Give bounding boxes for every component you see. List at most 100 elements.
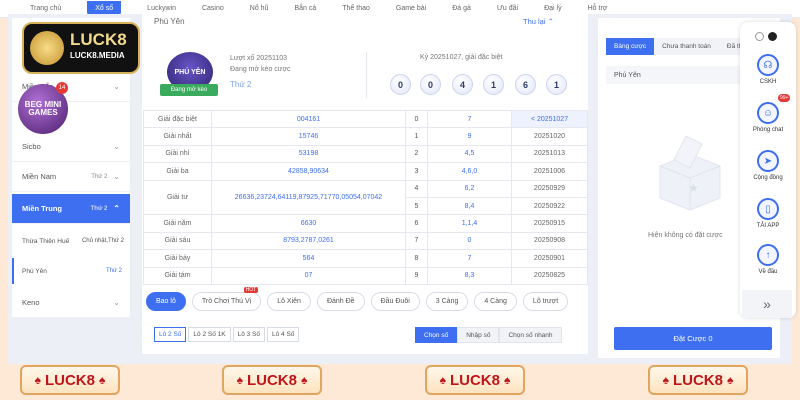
mode-chon-so[interactable]: Chọn số [415,327,458,343]
nav-slots[interactable]: Nổ hũ [250,5,269,12]
table-row: Giải nhì 53198 2 4,5 20251013 [143,144,588,164]
sidebar-subitem-phu-yen[interactable]: Phú Yên Thứ 2 [12,258,130,284]
spade-icon: ♠ [301,373,308,387]
table-row: Giải năm 6630 6 1,1,4 20250915 [143,214,588,233]
lottery-title: Phú Yên [154,17,185,26]
subtab-lo-2-so-1k[interactable]: Lô 2 Số 1K [188,327,231,342]
tab-tro-choi-thu-vi[interactable]: Trò Chơi Thú Vị HOT [191,287,262,311]
spade-icon: ♠ [236,373,243,387]
luck8-logo: LUCK8 LUCK8.MEDIA [22,22,140,74]
mode-nhap-so[interactable]: Nhập số [457,327,500,343]
table-row: Giải sáu 8793,2787,0261 7 0 20250908 [143,231,588,251]
spade-icon: ♠ [727,373,734,387]
double-chevron-right-icon: » [763,296,771,312]
subtab-lo-3-so[interactable]: Lô 3 Số [232,327,266,342]
nav-cockfight[interactable]: Đá gà [452,5,471,12]
draw-info: Lượt xổ 20251103 Đang mở kèo cược Thứ 2 [230,55,291,89]
chat-icon: ☺ [757,102,779,124]
sidebar-subitem-thua-thien-hue[interactable]: Thừa Thiên Huế Chủ nhật,Thứ 2 [14,228,132,254]
collapse-toolbar-button[interactable]: » [742,290,792,318]
spade-icon: ♠ [439,373,446,387]
sub-tabs: Lô 2 Số Lô 2 Số 1K Lô 3 Số Lô 4 Số [154,327,300,342]
toolbar-toggle[interactable] [755,32,777,41]
sidebar-item-mien-nam[interactable]: Miền Nam Thứ 2 ⌄ [12,162,130,192]
period-link[interactable]: 20250929 [511,179,588,198]
tab-4-cang[interactable]: 4 Càng [474,292,517,311]
place-bet-button[interactable]: Đặt Cược 0 [614,327,772,350]
mini-games-count: 14 [56,82,68,94]
result-ball: 0 [390,74,411,95]
result-ball: 0 [420,74,441,95]
period-link[interactable]: < 20251027 [511,109,588,129]
sidebar-item-sicbo[interactable]: Sicbo ⌄ [12,132,130,162]
previous-draw-title: Kỳ 20251027, giải đặc biệt [420,54,503,61]
empty-message: Hiện không có đặt cược [648,232,723,239]
chat-unread-badge: 99+ [778,94,791,102]
luck8-banner-logo: ♠ LUCK8 ♠ [425,365,525,395]
chevron-up-icon: ⌃ [113,204,120,213]
tab-lo-truot[interactable]: Lô trượt [522,292,569,311]
rail-back-to-top[interactable]: ↑ Về đầu [748,244,788,290]
table-row: Giải bảy 564 8 7 20250901 [143,249,588,268]
logo-coin-icon [30,31,64,65]
table-row: Giải tám 07 9 8,3 20250825 [143,266,588,285]
period-link[interactable]: 20251020 [511,127,588,146]
nav-sports[interactable]: Thể thao [342,5,370,12]
rail-download-app[interactable]: ▯ TẢI APP [748,198,788,244]
subtab-lo-2-so[interactable]: Lô 2 Số [154,327,187,342]
toggle-dot [768,32,777,41]
nav-agent[interactable]: Đại lý [544,5,562,12]
sidebar-item-mien-trung[interactable]: Miền Trung Thứ 2 ⌃ [12,194,130,224]
chevron-up-icon: ⌃ [547,17,554,26]
divider [366,52,367,98]
period-link[interactable]: 20250901 [511,249,588,268]
period-link[interactable]: 20250922 [511,196,588,216]
result-ball: 6 [515,74,536,95]
nav-support[interactable]: Hỗ trợ [588,5,608,12]
spade-icon: ♠ [99,373,106,387]
tab-dau-duoi[interactable]: Đầu Đuôi [370,292,420,311]
sidebar-item-keno[interactable]: Keno ⌄ [12,288,130,318]
chevron-down-icon: ⌄ [113,298,120,307]
tab-bao-lo[interactable]: Bao lô [146,292,186,311]
svg-text:★: ★ [688,181,699,195]
result-ball: 1 [546,74,567,95]
table-row: Giải đặc biệt 004161 0 7 < 20251027 [143,109,588,129]
tab-chua-thanh-toan[interactable]: Chưa thanh toán [654,38,719,55]
nav-casino[interactable]: Casino [202,5,224,12]
collapse-results-link[interactable]: Thu lại ⌃ [523,17,554,26]
tab-3-cang[interactable]: 3 Càng [425,292,469,311]
spade-icon: ♠ [34,373,41,387]
period-link[interactable]: 20250915 [511,214,588,233]
tab-lo-xien[interactable]: Lô Xiên [267,292,311,311]
period-link[interactable]: 20250908 [511,231,588,251]
luck8-banner-logo: ♠ LUCK8 ♠ [648,365,748,395]
table-row: Giải ba 42858,90634 3 4,6,0 20251006 [143,162,588,181]
period-link[interactable]: 20251013 [511,144,588,164]
results-table: Giải đặc biệt 004161 0 7 < 20251027 Giải nhấ… [143,109,588,285]
luck8-banner-logo: ♠ LUCK8 ♠ [222,365,322,395]
spade-icon: ♠ [504,373,511,387]
nav-home[interactable]: Trang chủ [30,5,61,12]
period-link[interactable]: 20250825 [511,266,588,285]
result-ball: 4 [452,74,473,95]
nav-card-games[interactable]: Game bài [396,5,426,12]
subtab-lo-4-so[interactable]: Lô 4 Số [267,327,300,342]
rail-chat-room[interactable]: ☺ Phòng chat [748,102,788,148]
arrow-up-icon: ↑ [757,244,779,266]
tab-danh-de[interactable]: Đánh Đề [316,292,365,311]
tab-bang-cuoc[interactable]: Bảng cược [606,38,655,55]
rail-community[interactable]: ➤ Cộng đồng [748,150,788,196]
table-row: Giải tư 26636,23724,64119,87925,71770,050… [143,179,588,216]
hot-badge: HOT [243,287,259,293]
table-row: Giải nhất 15746 1 9 20251020 [143,127,588,146]
mode-chon-so-nhanh[interactable]: Chọn số nhanh [499,327,562,343]
input-mode-toggle: Chọn số Nhập số Chọn số nhanh [415,327,562,343]
nav-promotions[interactable]: Ưu đãi [497,5,518,12]
chevron-down-icon: ⌄ [113,172,120,181]
chevron-down-icon: ⌄ [113,82,120,91]
nav-fishing[interactable]: Bắn cá [294,5,316,12]
period-link[interactable]: 20251006 [511,162,588,181]
bet-type-tabs: Bao lô Trò Chơi Thú Vị HOT Lô Xiên Đánh Đ… [146,287,569,311]
nav-luckywin[interactable]: Luckywin [147,5,176,12]
